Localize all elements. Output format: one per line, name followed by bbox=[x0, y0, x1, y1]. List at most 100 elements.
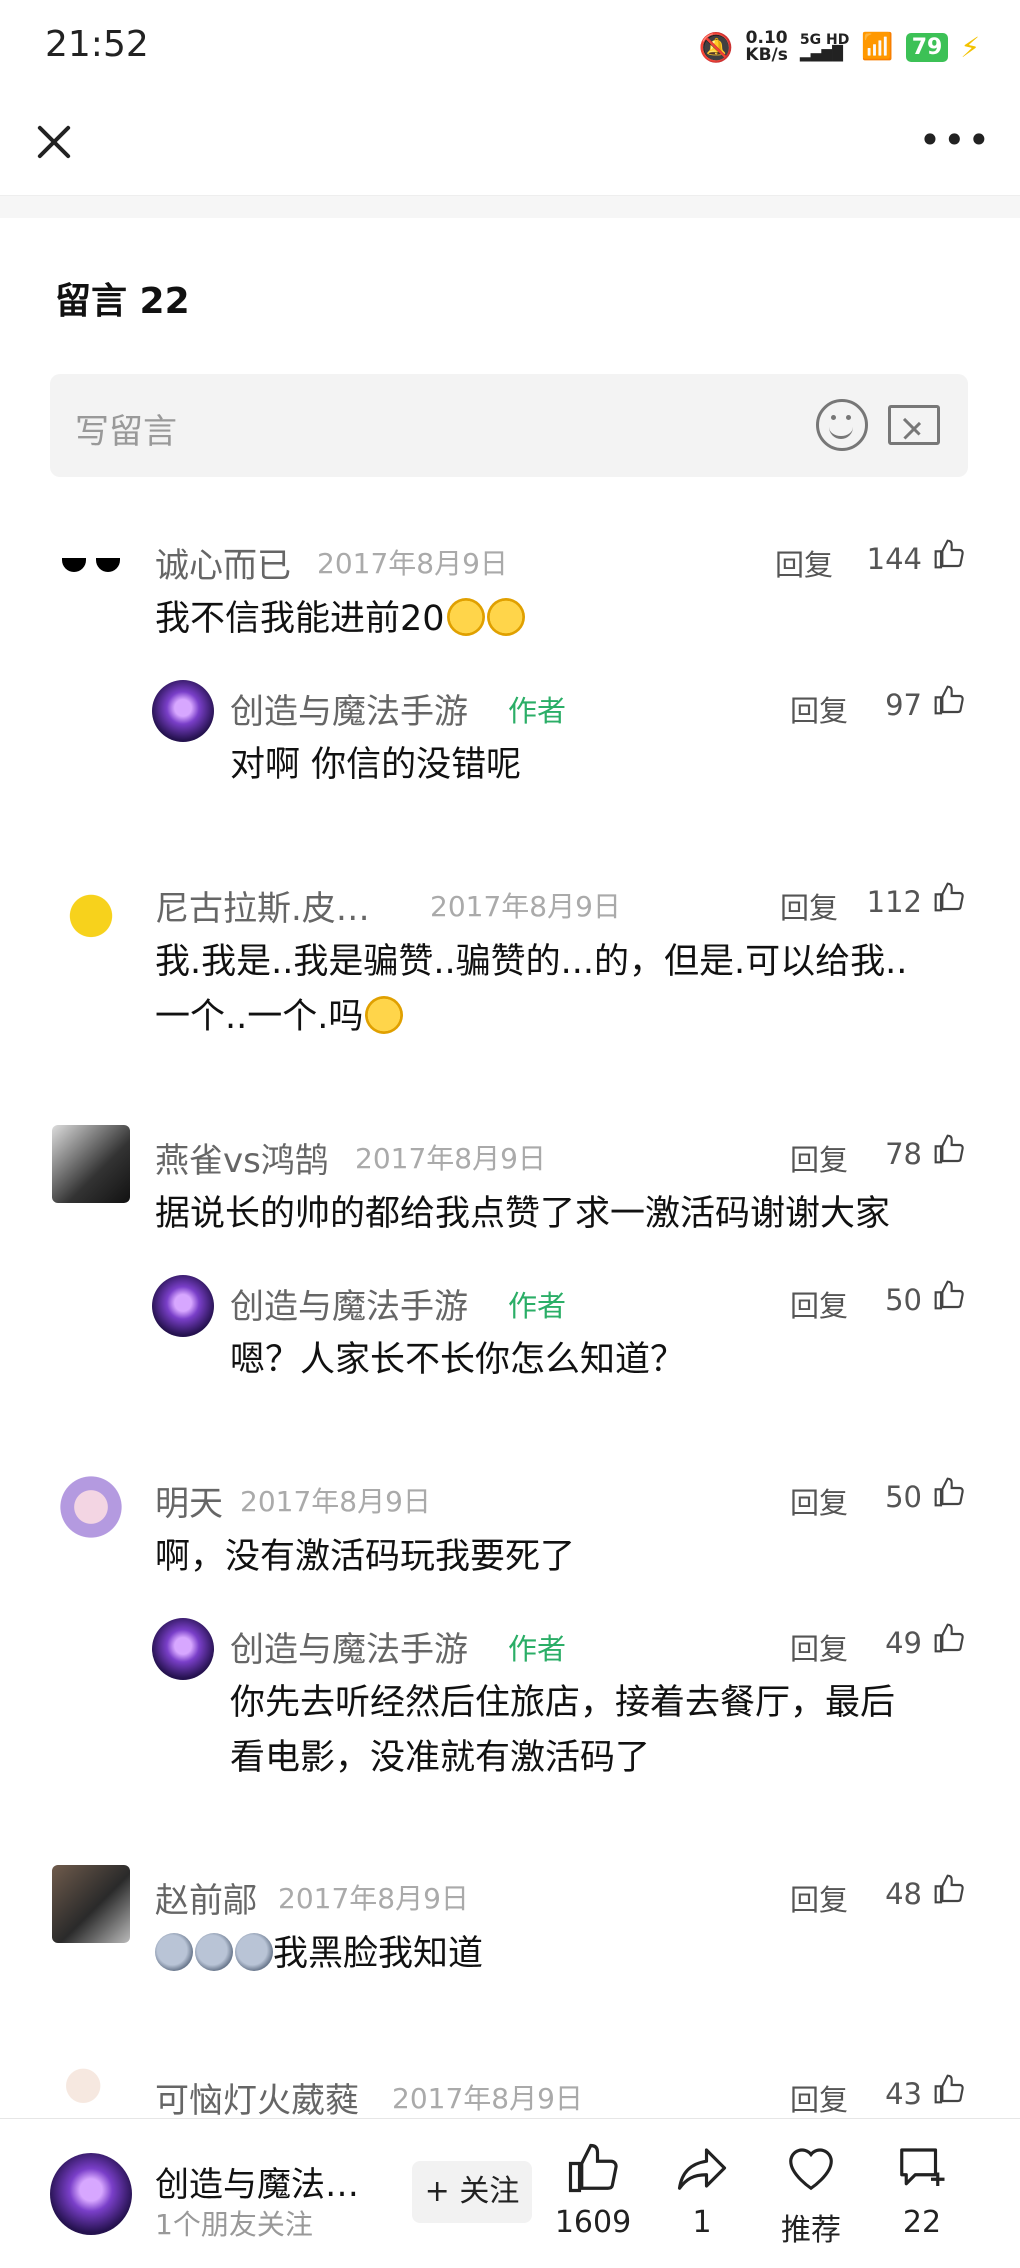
comment-add-icon bbox=[900, 2148, 945, 2186]
more-options-button[interactable]: ••• bbox=[919, 121, 992, 159]
shy-emoji-icon bbox=[486, 598, 525, 636]
thumb-up-icon[interactable] bbox=[932, 1622, 966, 1654]
comment-date: 2017年8月9日 bbox=[317, 547, 508, 580]
comment-date: 2017年8月9日 bbox=[278, 1882, 469, 1915]
reply-text: 你先去听经然后住旅店，接着去餐厅，最后 看电影，没准就有激活码了 bbox=[230, 1683, 896, 1778]
comment-text: 啊，没有激活码玩我要死了 bbox=[155, 1537, 576, 1577]
like-count: 49 bbox=[885, 1626, 922, 1660]
avatar[interactable] bbox=[52, 530, 130, 608]
signal-icon: 5G HD ▂▄▆█ bbox=[799, 32, 850, 62]
avatar[interactable] bbox=[52, 2065, 130, 2117]
avatar[interactable] bbox=[52, 1865, 130, 1943]
reply-button[interactable]: 回复 bbox=[790, 1877, 848, 1919]
net-speed: 0.10 KB/s bbox=[745, 28, 788, 65]
bottom-action-bar: 创造与魔法… 1个朋友关注 + 关注 1609 1 推荐 22 bbox=[0, 2118, 1020, 2268]
thumb-up-icon[interactable] bbox=[932, 1133, 966, 1165]
reply-author[interactable]: 创造与魔法手游 bbox=[230, 1279, 468, 1328]
comments-title: 留言 22 bbox=[55, 281, 190, 322]
thumb-up-icon[interactable] bbox=[932, 2073, 966, 2105]
reply-button[interactable]: 回复 bbox=[790, 1137, 848, 1179]
close-button[interactable] bbox=[28, 117, 78, 167]
like-count: 97 bbox=[885, 688, 922, 722]
comment-author[interactable]: 尼古拉斯.皮… bbox=[155, 881, 370, 930]
reply-author[interactable]: 创造与魔法手游 bbox=[230, 1622, 468, 1671]
author-tag: 作者 bbox=[508, 1289, 567, 1323]
account-name[interactable]: 创造与魔法… bbox=[155, 2157, 359, 2206]
comment-date: 2017年8月9日 bbox=[355, 1142, 546, 1175]
moon-face-emoji-icon bbox=[155, 1933, 193, 1971]
like-count: 78 bbox=[885, 1137, 922, 1171]
write-comment-placeholder: 写留言 bbox=[75, 412, 177, 452]
recommend-label: 推荐 bbox=[781, 2213, 841, 2248]
battery-indicator: 79 bbox=[905, 32, 949, 62]
reply-button[interactable]: 回复 bbox=[775, 542, 833, 584]
like-count: 144 bbox=[866, 542, 922, 576]
section-divider bbox=[0, 196, 1020, 218]
thumb-up-icon[interactable] bbox=[932, 538, 966, 570]
follow-button[interactable]: + 关注 bbox=[412, 2161, 532, 2223]
thumb-up-icon[interactable] bbox=[932, 684, 966, 716]
comment-author[interactable]: 赵前鄗 bbox=[155, 1873, 257, 1922]
comment-button[interactable]: 22 bbox=[872, 2141, 972, 2240]
charging-icon: ⚡ bbox=[960, 30, 980, 64]
reply-button[interactable]: 回复 bbox=[790, 1626, 848, 1668]
reply-text: 对啊 你信的没错呢 bbox=[230, 745, 522, 785]
thumb-up-icon[interactable] bbox=[932, 881, 966, 913]
comment-author[interactable]: 燕雀vs鸿鹄 bbox=[155, 1133, 329, 1182]
status-time: 21:52 bbox=[45, 24, 149, 65]
comment-text: 我.我是..我是骗赞..骗赞的...的，但是.可以给我.. 一个..一个.吗 bbox=[155, 942, 908, 1037]
like-button[interactable]: 1609 bbox=[543, 2141, 643, 2240]
author-tag: 作者 bbox=[508, 694, 567, 728]
heart-icon bbox=[789, 2148, 833, 2191]
author-avatar[interactable] bbox=[152, 680, 214, 742]
like-count: 48 bbox=[885, 1877, 922, 1911]
comment-date: 2017年8月9日 bbox=[392, 2082, 583, 2115]
comment-count: 22 bbox=[902, 2205, 942, 2240]
status-icons: 🔕 0.10 KB/s 5G HD ▂▄▆█ 📶 79 ⚡ bbox=[699, 30, 980, 64]
reply-author[interactable]: 创造与魔法手游 bbox=[230, 684, 468, 733]
moon-face-emoji-icon bbox=[195, 1933, 233, 1971]
wifi-icon: 📶 bbox=[861, 32, 894, 62]
recommend-button[interactable]: 推荐 bbox=[761, 2141, 861, 2249]
author-avatar[interactable] bbox=[152, 1618, 214, 1680]
friends-following: 1个朋友关注 bbox=[155, 2208, 313, 2241]
top-bar: ••• bbox=[0, 95, 1020, 196]
like-total: 1609 bbox=[554, 2205, 632, 2240]
thumb-up-icon[interactable] bbox=[932, 1279, 966, 1311]
status-bar: 21:52 🔕 0.10 KB/s 5G HD ▂▄▆█ 📶 79 ⚡ bbox=[0, 0, 1020, 95]
author-avatar[interactable] bbox=[152, 1275, 214, 1337]
reply-button[interactable]: 回复 bbox=[790, 2077, 848, 2119]
like-count: 50 bbox=[885, 1480, 922, 1514]
comment-author[interactable]: 明天 bbox=[155, 1476, 223, 1525]
avatar[interactable] bbox=[52, 1125, 130, 1203]
avatar[interactable] bbox=[52, 873, 130, 951]
image-icon[interactable] bbox=[888, 405, 940, 445]
reply-button[interactable]: 回复 bbox=[790, 688, 848, 730]
shy-emoji-icon bbox=[446, 598, 485, 636]
reply-button[interactable]: 回复 bbox=[780, 885, 838, 927]
emoji-icon[interactable] bbox=[816, 399, 868, 451]
comment-text: 我不信我能进前20 bbox=[155, 592, 525, 647]
comment-author[interactable]: 可恼灯火葳蕤 bbox=[155, 2073, 359, 2122]
comment-date: 2017年8月9日 bbox=[240, 1485, 431, 1518]
write-comment-input[interactable]: 写留言 bbox=[50, 374, 968, 477]
reply-button[interactable]: 回复 bbox=[790, 1480, 848, 1522]
share-icon bbox=[677, 2148, 727, 2190]
author-tag: 作者 bbox=[508, 1632, 567, 1666]
pleading-emoji-icon bbox=[365, 996, 404, 1034]
thumb-up-icon[interactable] bbox=[932, 1476, 966, 1508]
reply-button[interactable]: 回复 bbox=[790, 1283, 848, 1325]
thumb-up-icon bbox=[568, 2143, 618, 2193]
comment-author[interactable]: 诚心而已 bbox=[155, 538, 291, 587]
account-avatar[interactable] bbox=[50, 2153, 132, 2235]
avatar[interactable] bbox=[52, 1468, 130, 1546]
moon-face-emoji-icon bbox=[235, 1933, 273, 1971]
comment-text: 据说长的帅的都给我点赞了求一激活码谢谢大家 bbox=[155, 1194, 891, 1234]
share-button[interactable]: 1 bbox=[652, 2141, 752, 2240]
like-count: 43 bbox=[885, 2077, 922, 2111]
mute-icon: 🔕 bbox=[698, 30, 734, 64]
like-count: 112 bbox=[866, 885, 922, 919]
thumb-up-icon[interactable] bbox=[932, 1873, 966, 1905]
like-count: 50 bbox=[885, 1283, 922, 1317]
share-count: 1 bbox=[692, 2205, 712, 2240]
